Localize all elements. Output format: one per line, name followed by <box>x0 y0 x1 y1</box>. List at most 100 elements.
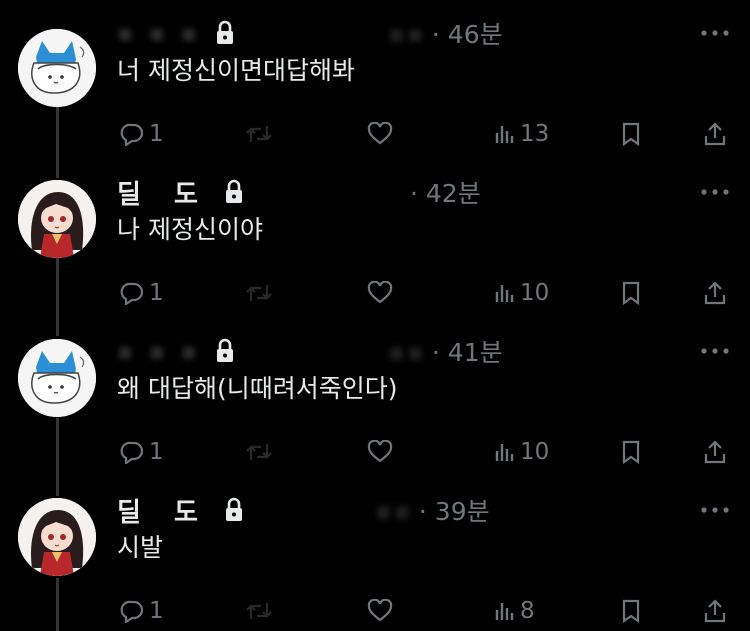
bookmark-button[interactable] <box>620 114 642 154</box>
tweet[interactable]: 딜 도 · 42분 나 제정신이야 1 10 <box>0 172 750 332</box>
tweet-text: 너 제정신이면대답해봐 <box>117 56 355 85</box>
lock-icon <box>224 497 244 523</box>
time-text: · 46분 <box>431 20 503 49</box>
share-button[interactable] <box>703 273 727 313</box>
views-count: 10 <box>520 439 550 465</box>
author-name-obscured: ▪ ▪ ▪ <box>117 337 202 365</box>
reply-icon <box>120 282 144 305</box>
views-icon <box>495 285 514 302</box>
more-icon[interactable] <box>700 331 730 371</box>
time-text: · 39분 <box>418 497 490 526</box>
author-row: ▪ ▪ ▪ <box>117 331 235 371</box>
timestamp[interactable]: ▪▪ · 39분 <box>375 490 490 530</box>
bookmark-icon <box>622 122 640 147</box>
reply-button[interactable]: 1 <box>119 114 164 154</box>
bookmark-icon <box>622 281 640 306</box>
cat-avatar-image <box>18 339 96 417</box>
reply-count: 1 <box>149 121 164 147</box>
share-button[interactable] <box>703 591 727 631</box>
girl-avatar-image <box>18 180 96 258</box>
reply-icon <box>120 441 144 464</box>
timestamp[interactable]: ▪▪ · 46분 <box>388 13 503 53</box>
retweet-icon <box>246 444 272 460</box>
bookmark-button[interactable] <box>620 591 642 631</box>
views-icon <box>495 126 514 143</box>
timestamp[interactable]: ▪▪ · 41분 <box>388 331 503 371</box>
views-icon <box>495 603 514 620</box>
tweet-text: 시발 <box>117 533 164 562</box>
share-button[interactable] <box>703 114 727 154</box>
action-bar: 1 10 <box>117 273 735 313</box>
views-button[interactable]: 10 <box>494 273 549 313</box>
retweet-button <box>245 273 273 313</box>
retweet-button <box>245 591 273 631</box>
share-icon <box>704 281 726 305</box>
lock-icon <box>224 179 244 205</box>
views-button[interactable]: 10 <box>494 432 549 472</box>
views-button[interactable]: 13 <box>494 114 549 154</box>
retweet-icon <box>246 285 272 301</box>
like-button[interactable] <box>367 432 393 472</box>
author-name-obscured: ▪ ▪ ▪ <box>117 19 202 47</box>
retweet-button <box>245 114 273 154</box>
tweet[interactable]: ▪ ▪ ▪ ▪▪ · 46분 너 제정신이면대답해봐 1 13 <box>0 13 750 173</box>
views-count: 8 <box>520 598 535 624</box>
bookmark-icon <box>622 440 640 465</box>
bookmark-icon <box>622 599 640 624</box>
reply-button[interactable]: 1 <box>119 432 164 472</box>
like-button[interactable] <box>367 114 393 154</box>
like-button[interactable] <box>367 273 393 313</box>
retweet-icon <box>246 126 272 142</box>
like-icon <box>367 440 393 463</box>
avatar[interactable] <box>18 180 96 258</box>
time-text: · 42분 <box>410 179 481 208</box>
cat-avatar-image <box>18 29 96 107</box>
more-icon[interactable] <box>700 172 730 212</box>
reply-count: 1 <box>149 439 164 465</box>
retweet-icon <box>246 603 272 619</box>
tweet-text: 나 제정신이야 <box>117 215 263 244</box>
reply-count: 1 <box>149 598 164 624</box>
timestamp[interactable]: · 42분 <box>410 172 481 212</box>
author-name[interactable]: 딜 도 <box>117 492 210 529</box>
action-bar: 1 8 <box>117 591 735 631</box>
share-icon <box>704 440 726 464</box>
reply-button[interactable]: 1 <box>119 273 164 313</box>
share-icon <box>704 599 726 623</box>
views-count: 10 <box>520 280 550 306</box>
author-row: 딜 도 <box>117 172 244 212</box>
tweet[interactable]: 딜 도 ▪▪ · 39분 시발 1 8 <box>0 490 750 631</box>
action-bar: 1 10 <box>117 432 735 472</box>
time-text: · 41분 <box>431 338 503 367</box>
more-icon[interactable] <box>700 490 730 530</box>
retweet-button <box>245 432 273 472</box>
share-button[interactable] <box>703 432 727 472</box>
reply-button[interactable]: 1 <box>119 591 164 631</box>
lock-icon <box>215 20 235 46</box>
author-row: ▪ ▪ ▪ <box>117 13 235 53</box>
share-icon <box>704 122 726 146</box>
like-button[interactable] <box>367 591 393 631</box>
author-row: 딜 도 <box>117 490 244 530</box>
lock-icon <box>215 338 235 364</box>
reply-icon <box>120 600 144 623</box>
avatar[interactable] <box>18 29 96 107</box>
like-icon <box>367 281 393 304</box>
author-name[interactable]: 딜 도 <box>117 174 210 211</box>
tweet[interactable]: ▪ ▪ ▪ ▪▪ · 41분 왜 대답해(니때려서죽인다) 1 10 <box>0 331 750 491</box>
reply-icon <box>120 123 144 146</box>
views-button[interactable]: 8 <box>494 591 535 631</box>
views-icon <box>495 444 514 461</box>
tweet-text: 왜 대답해(니때려서죽인다) <box>117 374 398 403</box>
girl-avatar-image <box>18 498 96 576</box>
avatar[interactable] <box>18 498 96 576</box>
bookmark-button[interactable] <box>620 432 642 472</box>
avatar[interactable] <box>18 339 96 417</box>
like-icon <box>367 122 393 145</box>
reply-count: 1 <box>149 280 164 306</box>
bookmark-button[interactable] <box>620 273 642 313</box>
more-icon[interactable] <box>700 13 730 53</box>
views-count: 13 <box>520 121 550 147</box>
like-icon <box>367 599 393 622</box>
action-bar: 1 13 <box>117 114 735 154</box>
